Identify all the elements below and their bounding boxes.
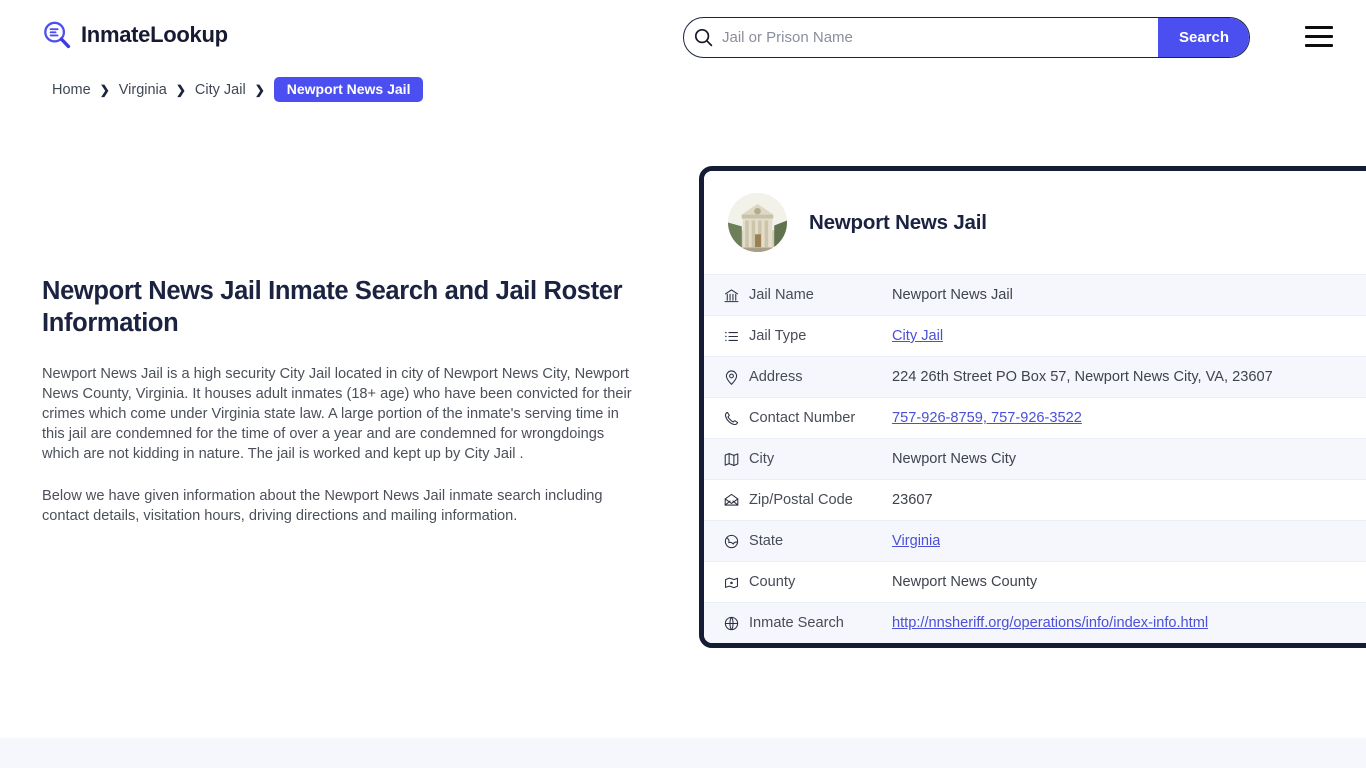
search-input[interactable] bbox=[722, 18, 1158, 57]
breadcrumb-item-city-jail[interactable]: City Jail bbox=[195, 82, 246, 98]
row-label: Contact Number bbox=[749, 410, 856, 426]
row-label: Jail Type bbox=[749, 328, 807, 344]
jail-info-table: Jail Name Newport News Jail Jail Type Ci… bbox=[704, 274, 1366, 643]
table-row: City Newport News City bbox=[704, 438, 1366, 479]
row-label: County bbox=[749, 574, 796, 590]
list-icon bbox=[723, 328, 749, 345]
row-label: City bbox=[749, 451, 775, 467]
row-value: 757-926-8759, 757-926-3522 bbox=[892, 410, 1082, 426]
row-label: Jail Name bbox=[749, 287, 814, 303]
chevron-right-icon: ❯ bbox=[99, 82, 110, 97]
row-label: Inmate Search bbox=[749, 615, 844, 631]
jail-type-link[interactable]: City Jail bbox=[892, 328, 943, 344]
jail-info-card-title: Newport News Jail bbox=[809, 210, 987, 234]
table-row: State Virginia bbox=[704, 520, 1366, 561]
brand-name: InmateLookup bbox=[81, 22, 228, 47]
chevron-right-icon: ❯ bbox=[254, 82, 265, 97]
courthouse-photo bbox=[728, 193, 787, 252]
row-value: City Jail bbox=[892, 328, 943, 344]
row-value: 224 26th Street PO Box 57, Newport News … bbox=[892, 369, 1273, 385]
table-row: Jail Type City Jail bbox=[704, 315, 1366, 356]
search-icon bbox=[684, 18, 722, 57]
intro-paragraph: Newport News Jail is a high security Cit… bbox=[42, 366, 632, 463]
breadcrumb: Home ❯ Virginia ❯ City Jail ❯ Newport Ne… bbox=[52, 77, 424, 102]
breadcrumb-item-home[interactable]: Home bbox=[52, 82, 91, 98]
page-title: Newport News Jail Inmate Search and Jail… bbox=[42, 277, 623, 338]
row-value: Newport News County bbox=[892, 574, 1038, 590]
secondary-paragraph: Below we have given information about th… bbox=[42, 488, 603, 525]
row-value: Virginia bbox=[892, 533, 940, 549]
search-button[interactable]: Search bbox=[1158, 18, 1249, 57]
table-row: County Newport News County bbox=[704, 561, 1366, 602]
table-row: Inmate Search http://nnsheriff.org/opera… bbox=[704, 602, 1366, 643]
site-logo-link[interactable]: InmateLookup bbox=[42, 20, 228, 50]
state-link[interactable]: Virginia bbox=[892, 533, 940, 549]
search-bar[interactable]: Search bbox=[683, 17, 1250, 58]
globe-grid-icon bbox=[723, 615, 749, 632]
county-map-icon bbox=[723, 574, 749, 591]
hamburger-bar bbox=[1305, 35, 1333, 38]
inmate-search-link[interactable]: http://nnsheriff.org/operations/info/ind… bbox=[892, 615, 1208, 631]
magnifier-list-icon bbox=[42, 20, 72, 50]
breadcrumb-item-current: Newport News Jail bbox=[273, 77, 424, 102]
row-label: State bbox=[749, 533, 784, 549]
table-row: Zip/Postal Code 23607 bbox=[704, 479, 1366, 520]
map-icon bbox=[723, 451, 749, 468]
map-pin-icon bbox=[723, 369, 749, 386]
hamburger-bar bbox=[1305, 26, 1333, 29]
row-value: http://nnsheriff.org/operations/info/ind… bbox=[892, 615, 1208, 631]
hamburger-menu-icon[interactable] bbox=[1305, 26, 1333, 47]
phone-icon bbox=[723, 410, 749, 427]
hamburger-bar bbox=[1305, 44, 1333, 47]
chevron-right-icon: ❯ bbox=[175, 82, 186, 97]
site-header: InmateLookup Search bbox=[0, 0, 1366, 74]
row-value: Newport News Jail bbox=[892, 287, 1013, 303]
globe-icon bbox=[723, 533, 749, 550]
table-row: Jail Name Newport News Jail bbox=[704, 274, 1366, 315]
jail-info-card: Newport News Jail Jail Name Newport News… bbox=[699, 166, 1366, 648]
table-row: Contact Number 757-926-8759, 757-926-352… bbox=[704, 397, 1366, 438]
breadcrumb-item-virginia[interactable]: Virginia bbox=[119, 82, 167, 98]
row-value: 23607 bbox=[892, 492, 933, 508]
row-label: Zip/Postal Code bbox=[749, 492, 853, 508]
envelope-icon bbox=[723, 492, 749, 509]
footer-section bbox=[0, 738, 1366, 768]
article-column: Newport News Jail Inmate Search and Jail… bbox=[42, 275, 642, 527]
jail-info-card-header: Newport News Jail bbox=[704, 171, 1366, 274]
table-row: Address 224 26th Street PO Box 57, Newpo… bbox=[704, 356, 1366, 397]
row-value: Newport News City bbox=[892, 451, 1017, 467]
contact-number-link[interactable]: 757-926-8759, 757-926-3522 bbox=[892, 410, 1082, 426]
bank-building-icon bbox=[723, 287, 749, 304]
row-label: Address bbox=[749, 369, 803, 385]
